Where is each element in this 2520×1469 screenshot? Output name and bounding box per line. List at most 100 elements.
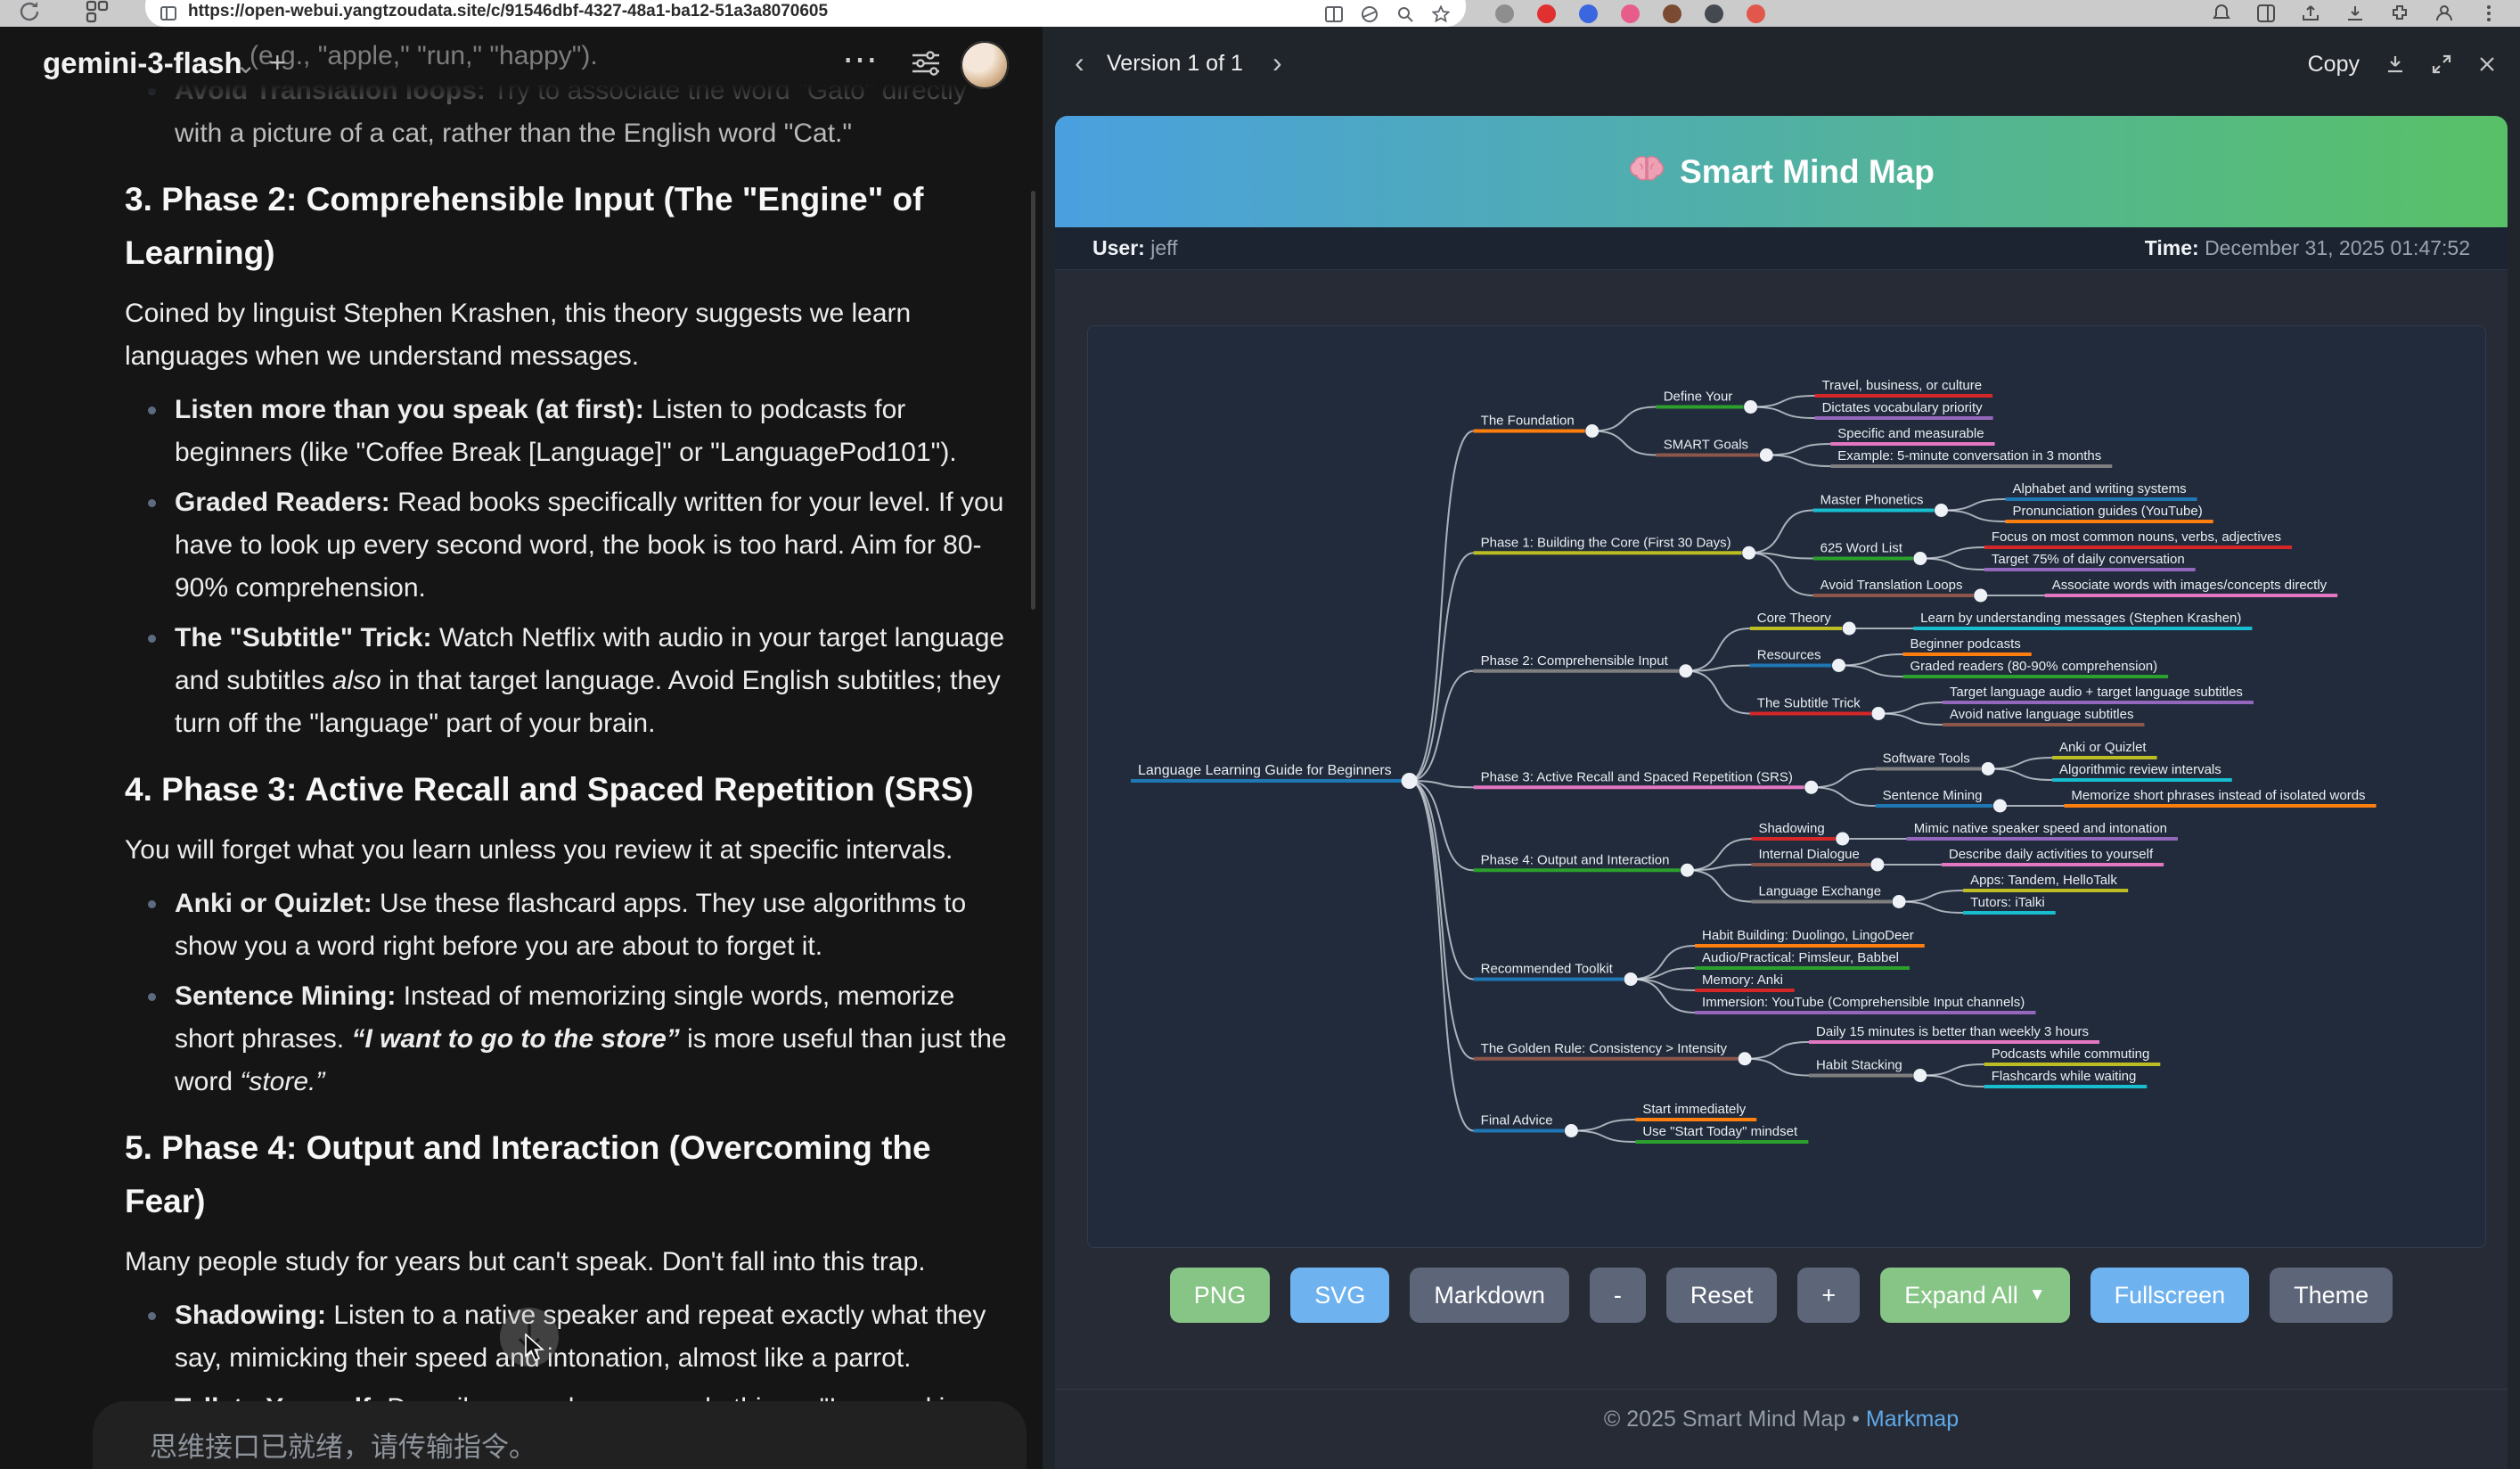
mindmap-node-label[interactable]: Language Learning Guide for Beginners	[1138, 763, 1392, 778]
downloads-icon[interactable]	[2345, 4, 2365, 23]
mindmap-node-label[interactable]: Mimic native speaker speed and intonatio…	[1914, 821, 2167, 836]
mindmap-node-dot[interactable]	[1744, 400, 1757, 414]
mindmap-node-label[interactable]: Audio/Practical: Pimsleur, Babbel	[1702, 950, 1899, 965]
mindmap-node-label[interactable]: SMART Goals	[1664, 438, 1748, 453]
mindmap-node-dot[interactable]	[1679, 664, 1692, 677]
mindmap-node-label[interactable]: The Foundation	[1481, 414, 1575, 429]
mindmap-node-label[interactable]: Specific and measurable	[1837, 426, 1984, 441]
mindmap-node-label[interactable]: Phase 2: Comprehensible Input	[1481, 653, 1669, 669]
mindmap-node-dot[interactable]	[1935, 504, 1948, 517]
mindmap-node-label[interactable]: Avoid Translation Loops	[1820, 578, 1963, 593]
split-view-icon[interactable]	[1325, 5, 1343, 23]
mindmap-node-dot[interactable]	[1913, 1069, 1927, 1082]
mindmap-node-label[interactable]: Habit Stacking	[1816, 1058, 1902, 1073]
mindmap-node-label[interactable]: Phase 3: Active Recall and Spaced Repeti…	[1481, 769, 1793, 784]
mindmap-node-label[interactable]: Language Exchange	[1758, 884, 1881, 899]
menu-icon[interactable]	[2479, 4, 2499, 23]
mindmap-node-label[interactable]: Start immediately	[1642, 1102, 1746, 1117]
address-bar[interactable]: https://open-webui.yangtzoudata.site/c/9…	[145, 0, 1466, 27]
mindmap-node-label[interactable]: Learn by understanding messages (Stephen…	[1920, 611, 2241, 626]
bookmark-star-icon[interactable]	[1432, 5, 1450, 23]
mindmap-node-label[interactable]: Avoid native language subtitles	[1950, 707, 2134, 722]
mindmap-node-label[interactable]: Example: 5-minute conversation in 3 mont…	[1837, 448, 2101, 464]
mindmap-node-label[interactable]: Memorize short phrases instead of isolat…	[2071, 788, 2365, 803]
markmap-link[interactable]: Markmap	[1866, 1407, 1959, 1432]
mindmap-node-label[interactable]: Recommended Toolkit	[1481, 962, 1614, 977]
theme-button[interactable]: Theme	[2270, 1268, 2393, 1323]
extension-icon[interactable]	[1579, 4, 1598, 23]
mindmap-node-dot[interactable]	[1870, 858, 1884, 872]
mindmap-node-label[interactable]: 625 Word List	[1820, 541, 1903, 556]
extension-icon[interactable]	[1663, 4, 1681, 23]
mindmap-node-dot[interactable]	[1804, 781, 1818, 794]
mindmap-node-label[interactable]: Target language audio + target language …	[1950, 685, 2243, 700]
mindmap-node-dot[interactable]	[1913, 552, 1927, 565]
mindmap-node-label[interactable]: Dictates vocabulary priority	[1822, 400, 1984, 415]
model-selector[interactable]: gemini-3-flash	[43, 46, 242, 80]
mindmap-canvas[interactable]: Language Learning Guide for Beginners The…	[1087, 325, 2486, 1248]
mindmap-node-label[interactable]: Immersion: YouTube (Comprehensible Input…	[1702, 995, 2025, 1010]
mindmap-node-dot[interactable]	[1836, 833, 1849, 846]
mindmap-node-label[interactable]: Resources	[1757, 648, 1821, 663]
extensions-puzzle-icon[interactable]	[2390, 4, 2410, 23]
more-options-icon[interactable]: ⋯	[842, 39, 880, 80]
mindmap-node-label[interactable]: Final Advice	[1481, 1113, 1553, 1128]
search-icon[interactable]	[1396, 5, 1414, 23]
mindmap-node-dot[interactable]	[1893, 895, 1906, 908]
previous-version-icon[interactable]: ‹	[1075, 46, 1084, 79]
copy-button[interactable]: Copy	[2308, 52, 2360, 78]
download-icon[interactable]	[2385, 53, 2406, 75]
avatar[interactable]	[961, 41, 1009, 89]
mindmap-node-label[interactable]: Focus on most common nouns, verbs, adjec…	[1992, 529, 2281, 545]
fullscreen-button[interactable]: Fullscreen	[2090, 1268, 2250, 1323]
mindmap-node-dot[interactable]	[1982, 762, 1995, 776]
notifications-icon[interactable]	[2212, 4, 2231, 23]
chevron-down-icon[interactable]: ⌄	[235, 50, 256, 79]
mindmap-node-label[interactable]: Sentence Mining	[1883, 788, 1983, 803]
chat-input[interactable]: 思维接口已就绪，请传输指令。	[93, 1401, 1027, 1469]
mindmap-node-label[interactable]: Target 75% of daily conversation	[1992, 552, 2185, 567]
svg-export-button[interactable]: SVG	[1290, 1268, 1389, 1323]
mindmap-node-label[interactable]: Graded readers (80-90% comprehension)	[1910, 659, 2157, 674]
mindmap-node-label[interactable]: Tutors: iTalki	[1970, 895, 2045, 910]
site-settings-icon[interactable]	[160, 4, 177, 22]
maximize-icon[interactable]	[2431, 53, 2452, 75]
extension-icon[interactable]	[1705, 4, 1723, 23]
mindmap-node-label[interactable]: Travel, business, or culture	[1822, 378, 1983, 393]
mindmap-node-dot[interactable]	[1624, 972, 1638, 986]
extension-icon[interactable]	[1747, 4, 1765, 23]
zoom-out-button[interactable]: -	[1590, 1268, 1646, 1323]
mindmap-node-dot[interactable]	[1760, 448, 1773, 462]
zoom-in-button[interactable]: +	[1797, 1268, 1860, 1323]
mindmap-node-label[interactable]: Software Tools	[1883, 751, 1970, 767]
mindmap-node-label[interactable]: Shadowing	[1758, 821, 1824, 836]
mindmap-node-label[interactable]: Core Theory	[1757, 611, 1832, 626]
mindmap-node-dot[interactable]	[1565, 1124, 1578, 1137]
mindmap-node-label[interactable]: Describe daily activities to yourself	[1949, 847, 2154, 862]
mindmap-node-label[interactable]: Beginner podcasts	[1910, 636, 2020, 652]
mindmap-node-dot[interactable]	[1993, 800, 2007, 813]
controls-icon[interactable]	[911, 50, 941, 81]
next-version-icon[interactable]: ›	[1272, 46, 1282, 79]
mindmap-node-label[interactable]: Habit Building: Duolingo, LingoDeer	[1702, 928, 1914, 943]
chat-scrollbar[interactable]	[1031, 191, 1035, 610]
mindmap-node-dot[interactable]	[1742, 546, 1755, 560]
profile-icon[interactable]	[2434, 4, 2454, 23]
markdown-export-button[interactable]: Markdown	[1410, 1268, 1569, 1323]
mindmap-node-label[interactable]: Memory: Anki	[1702, 972, 1783, 988]
mindmap-node-dot[interactable]	[1974, 589, 1987, 603]
mindmap-node-label[interactable]: Anki or Quizlet	[2059, 740, 2147, 755]
extension-icon[interactable]	[1621, 4, 1640, 23]
new-chat-icon[interactable]: +	[269, 46, 286, 79]
mindmap-node-label[interactable]: Phase 1: Building the Core (First 30 Day…	[1481, 535, 1731, 550]
mindmap-node-dot[interactable]	[1585, 424, 1599, 438]
mindmap-node-label[interactable]: Daily 15 minutes is better than weekly 3…	[1816, 1024, 2089, 1039]
mindmap-node-dot[interactable]	[1681, 864, 1694, 877]
mindmap-node-label[interactable]: Alphabet and writing systems	[2012, 481, 2186, 497]
mindmap-node-dot[interactable]	[1739, 1052, 1752, 1065]
mindmap-node-label[interactable]: Use "Start Today" mindset	[1642, 1124, 1798, 1139]
mindmap-node-dot[interactable]	[1843, 622, 1856, 636]
mindmap-node-label[interactable]: The Golden Rule: Consistency > Intensity	[1481, 1041, 1728, 1056]
mindmap-node-dot[interactable]	[1402, 773, 1418, 789]
extension-icon[interactable]	[1537, 4, 1556, 23]
